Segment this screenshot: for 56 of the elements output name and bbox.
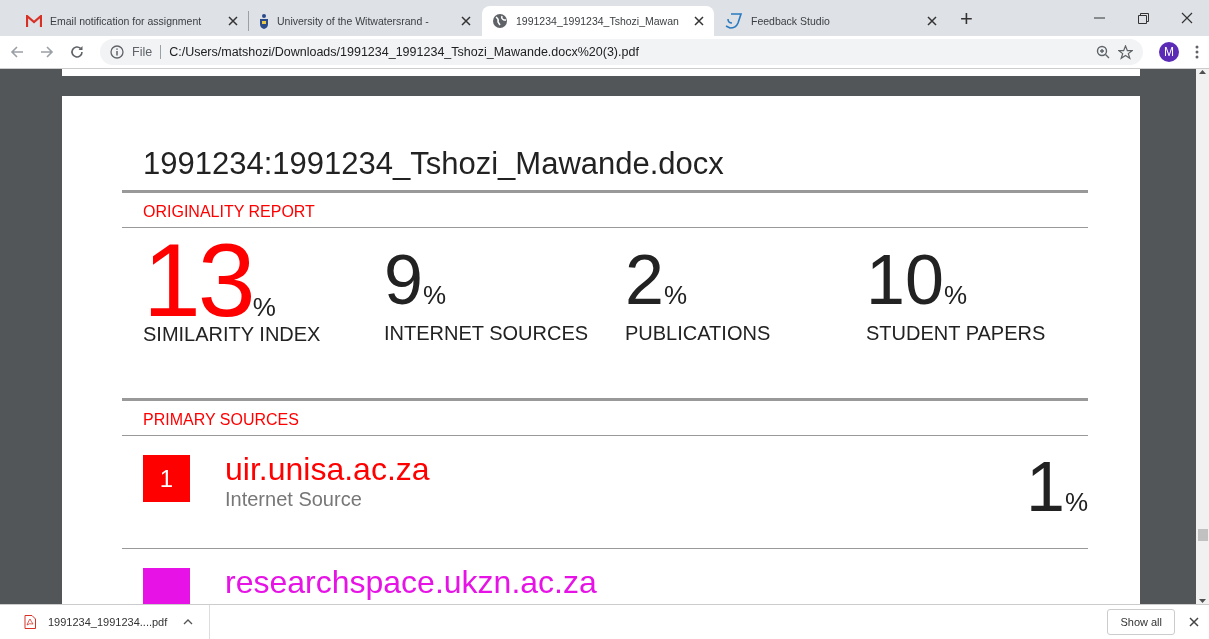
- crest-icon: [259, 13, 269, 29]
- stat-label: STUDENT PAPERS: [866, 322, 1047, 345]
- scrollbar[interactable]: [1196, 69, 1209, 604]
- percentage-value: 9: [384, 240, 423, 321]
- globe-icon: [492, 13, 508, 29]
- close-icon: [1181, 12, 1193, 24]
- browser-tab[interactable]: 1991234_1991234_Tshozi_Mawan: [482, 6, 714, 36]
- section-heading: PRIMARY SOURCES: [122, 398, 1088, 436]
- close-icon[interactable]: [461, 16, 471, 26]
- download-file-name: 1991234_1991234....pdf: [48, 616, 169, 628]
- url-text: C:/Users/matshozi/Downloads/1991234_1991234_Tshozi_Mawande.docx%20(3).pdf: [169, 45, 640, 59]
- percentage-value: 2: [625, 240, 664, 321]
- browser-tab[interactable]: Email notification for assignment: [16, 6, 248, 36]
- browser-tab[interactable]: Feedback Studio: [715, 6, 947, 36]
- close-icon[interactable]: [1189, 617, 1199, 627]
- percentage-value: 10: [866, 240, 944, 321]
- file-label: File: [132, 45, 162, 59]
- source-domain: researchspace.ukzn.ac.za: [225, 565, 598, 599]
- info-icon: [110, 45, 124, 59]
- star-icon[interactable]: [1118, 44, 1133, 60]
- percent-sign: %: [943, 280, 967, 311]
- chevron-up-icon[interactable]: [183, 619, 193, 625]
- stat-label: PUBLICATIONS: [625, 322, 772, 345]
- percent-sign: %: [663, 280, 688, 311]
- pdf-file-icon: [24, 615, 36, 629]
- stat-label: SIMILARITY INDEX: [143, 323, 322, 346]
- close-icon[interactable]: [228, 16, 238, 26]
- address-bar[interactable]: File C:/Users/matshozi/Downloads/1991234_1991234_Tshozi_Mawande.docx%20(3).pdf: [100, 39, 1143, 65]
- reload-icon[interactable]: [70, 45, 84, 59]
- document-title: 1991234:1991234_Tshozi_Mawande.docx: [122, 146, 1088, 193]
- download-item[interactable]: 1991234_1991234....pdf: [0, 605, 210, 639]
- back-arrow-icon[interactable]: [10, 45, 24, 59]
- profile-avatar[interactable]: M: [1159, 42, 1179, 62]
- section-heading: ORIGINALITY REPORT: [122, 193, 1088, 228]
- minimize-icon: [1093, 17, 1105, 19]
- source-domain: uir.unisa.ac.za: [225, 452, 431, 486]
- close-icon[interactable]: [927, 16, 937, 26]
- percent-sign: %: [1064, 487, 1088, 518]
- percent-sign: %: [252, 292, 276, 323]
- zoom-icon[interactable]: [1096, 45, 1110, 59]
- new-tab-button[interactable]: +: [960, 9, 973, 29]
- feedback-studio-icon: [725, 13, 743, 29]
- percentage-value: 13: [143, 238, 253, 322]
- browser-tab[interactable]: University of the Witwatersrand -: [249, 6, 481, 36]
- source-percentage: 1: [1025, 452, 1065, 522]
- mail-icon: [26, 15, 42, 27]
- source-type: Internet Source: [225, 488, 363, 511]
- source-rank: 1: [143, 455, 190, 502]
- stat-label: INTERNET SOURCES: [384, 322, 590, 345]
- restore-icon: [1137, 12, 1149, 24]
- close-icon[interactable]: [694, 16, 704, 26]
- show-all-button[interactable]: Show all: [1107, 609, 1175, 635]
- percent-sign: %: [422, 280, 447, 311]
- forward-arrow-icon[interactable]: [40, 45, 54, 59]
- menu-icon[interactable]: [1195, 45, 1199, 59]
- scrollbar-thumb[interactable]: [1197, 529, 1208, 541]
